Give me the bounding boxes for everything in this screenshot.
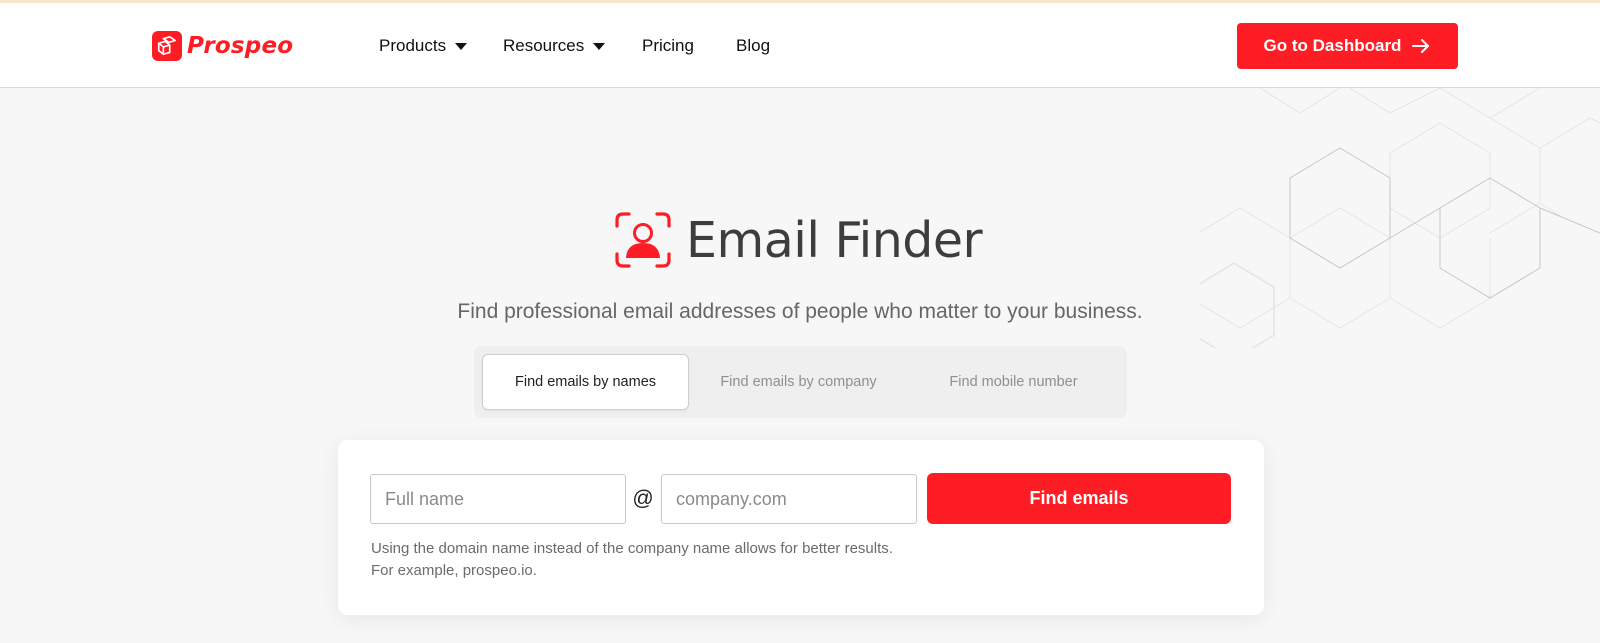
arrow-right-icon <box>1412 39 1430 53</box>
nav-products-label: Products <box>379 36 447 55</box>
caret-down-icon <box>593 42 606 50</box>
dashboard-button-label: Go to Dashboard <box>1263 36 1402 55</box>
tab-find-mobile-number[interactable]: Find mobile number <box>910 354 1117 410</box>
domain-hint: Using the domain name instead of the com… <box>371 538 893 582</box>
caret-down-icon <box>455 42 468 50</box>
tab-find-by-names[interactable]: Find emails by names <box>482 354 689 410</box>
domain-hint-line2: For example, prospeo.io. <box>371 562 537 579</box>
cube-logo-icon <box>152 31 182 61</box>
tab-find-by-company[interactable]: Find emails by company <box>695 354 902 410</box>
nav-pricing-label: Pricing <box>642 36 694 55</box>
full-name-input[interactable] <box>370 474 626 524</box>
nav-pricing[interactable]: Pricing <box>642 36 694 56</box>
hero-subtitle: Find professional email addresses of peo… <box>457 300 1143 323</box>
company-domain-input[interactable] <box>661 474 917 524</box>
prospeo-logo[interactable]: Prospeo <box>152 31 293 61</box>
nav-resources[interactable]: Resources <box>503 36 606 56</box>
page-title: Email Finder <box>686 211 983 269</box>
brand-name: Prospeo <box>187 33 294 59</box>
find-emails-button[interactable]: Find emails <box>927 473 1231 524</box>
user-frame-icon <box>615 212 671 268</box>
site-header: Prospeo Products Resources Pricing Blog … <box>0 3 1600 88</box>
nav-resources-label: Resources <box>503 36 585 55</box>
nav-products[interactable]: Products <box>379 36 468 56</box>
hero-heading: Email Finder <box>614 210 983 270</box>
go-to-dashboard-button[interactable]: Go to Dashboard <box>1237 23 1458 69</box>
nav-blog[interactable]: Blog <box>736 36 770 56</box>
nav-blog-label: Blog <box>736 36 771 55</box>
domain-hint-line1: Using the domain name instead of the com… <box>371 540 893 557</box>
search-mode-tabs: Find emails by names Find emails by comp… <box>474 346 1127 418</box>
email-finder-card: @ Find emails Using the domain name inst… <box>338 440 1264 615</box>
at-symbol: @ <box>632 487 654 510</box>
